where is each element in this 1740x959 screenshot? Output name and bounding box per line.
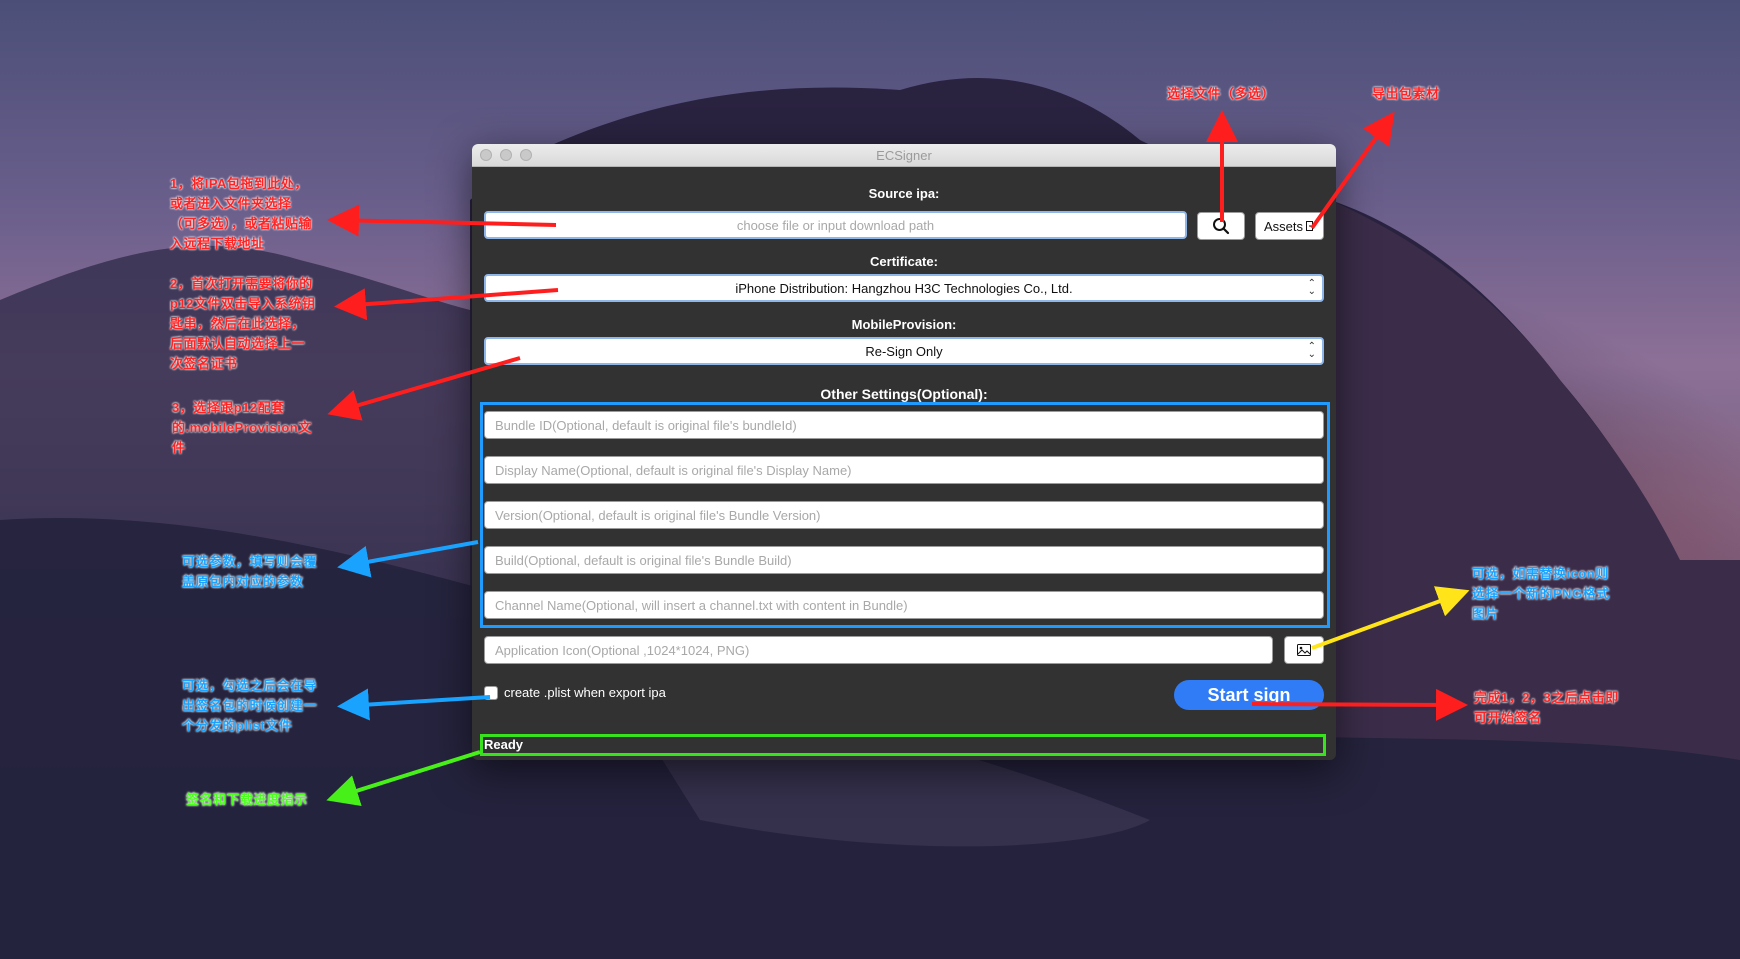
source-ipa-placeholder: choose file or input download path [736,217,935,233]
certificate-value: iPhone Distribution: Hangzhou H3C Techno… [735,280,1073,296]
display-name-placeholder: Display Name(Optional, default is origin… [495,462,852,478]
choose-icon-button[interactable] [1284,636,1324,664]
app-icon-input[interactable]: Application Icon(Optional ,1024*1024, PN… [484,636,1273,664]
annotation-finish: 完成1，2，3之后点击即可开始签名 [1474,690,1619,725]
bundle-id-placeholder: Bundle ID(Optional, default is original … [495,417,797,433]
start-sign-button[interactable]: Start sign [1174,680,1324,710]
export-assets-button[interactable]: Assets [1255,212,1324,240]
arrow-optional-params [337,540,479,578]
source-ipa-input[interactable]: choose file or input download path [484,211,1187,239]
window-title: ECSigner [876,148,932,163]
build-placeholder: Build(Optional, default is original file… [495,552,792,568]
search-icon [1213,218,1230,235]
app-icon-placeholder: Application Icon(Optional ,1024*1024, PN… [495,642,750,658]
annotation-step1: 1，将IPA包拖到此处，或者进入文件夹选择（可多选），或者粘贴输入远程下载地址 [170,176,313,251]
annotation-optional-params: 可选参数，填写则会覆盖原包内对应的参数 [182,554,318,589]
certificate-select[interactable]: iPhone Distribution: Hangzhou H3C Techno… [484,274,1324,302]
status-highlight [480,734,1326,756]
arrow-progress [326,750,481,807]
annotation-export-assets: 导出包素材 [1372,86,1440,101]
annotation-optional-plist: 可选，勾选之后会在导出签名包的时候创建一个分发的plist文件 [182,678,318,733]
version-input[interactable]: Version(Optional, default is original fi… [484,501,1324,529]
annotation-progress: 签名和下载进度指示 [186,792,308,807]
mobileprovision-label: MobileProvision: [851,317,957,332]
chevron-up-down-icon: ⌃ ⌄ [1307,341,1316,360]
channel-name-placeholder: Channel Name(Optional, will insert a cha… [495,597,908,613]
source-ipa-label: Source ipa: [868,186,940,201]
export-icon [1306,221,1316,231]
mobileprovision-select[interactable]: Re-Sign Only ⌃ ⌄ [484,337,1324,365]
version-placeholder: Version(Optional, default is original fi… [495,507,821,523]
build-input[interactable]: Build(Optional, default is original file… [484,546,1324,574]
assets-label: Assets [1264,218,1304,234]
status-text: Ready [484,737,524,752]
title-bar: ECSigner [472,144,1336,167]
channel-name-input[interactable]: Channel Name(Optional, will insert a cha… [484,591,1324,619]
annotation-select-file: 选择文件（多选） [1167,86,1276,101]
arrow-optional-plist [337,688,491,721]
browse-file-button[interactable] [1197,212,1245,240]
create-plist-checkbox[interactable] [484,686,498,700]
other-settings-label: Other Settings(Optional): [820,386,988,402]
chevron-up-down-icon: ⌃ ⌄ [1307,278,1316,297]
certificate-label: Certificate: [870,254,938,269]
mobileprovision-value: Re-Sign Only [865,343,943,359]
annotation-optional-icon: 可选，如需替换icon则选择一个新的PNG格式图片 [1472,566,1610,621]
annotation-step3: 3，选择跟p12配套的.mobileProvision文件 [172,400,312,455]
bundle-id-input[interactable]: Bundle ID(Optional, default is original … [484,411,1324,439]
image-icon [1297,644,1311,656]
ecsigner-window: ECSigner Source ipa: choose file or inpu… [472,144,1336,760]
annotation-step2: 2，首次打开需要将你的p12文件双击导入系统钥匙串，然后在此选择，后面默认自动选… [170,276,316,371]
display-name-input[interactable]: Display Name(Optional, default is origin… [484,456,1324,484]
create-plist-label: create .plist when export ipa [504,685,666,700]
